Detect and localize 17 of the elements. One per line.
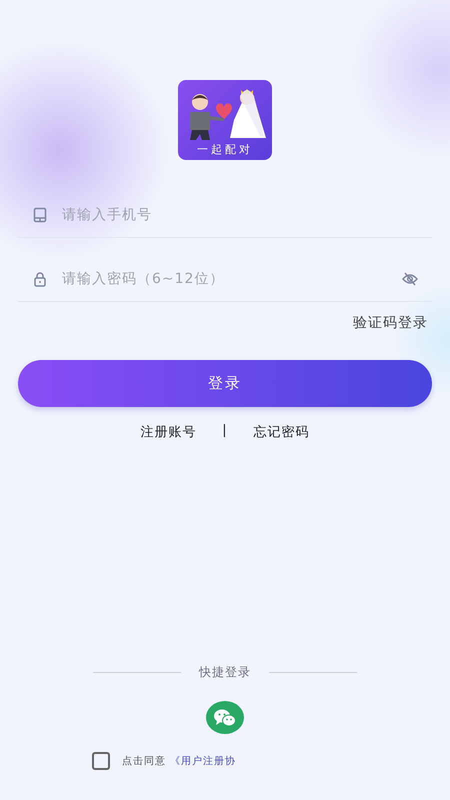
agreement-checkbox[interactable] xyxy=(92,752,110,770)
phone-field[interactable]: 请输入手机号 xyxy=(60,206,418,224)
logo-caption: 一起配对 xyxy=(197,142,253,158)
password-field[interactable]: 请输入密码（6~12位） xyxy=(60,270,390,288)
quick-login-title: 快捷登录 xyxy=(199,664,251,681)
separator: | xyxy=(222,423,228,440)
register-link[interactable]: 注册账号 xyxy=(140,423,196,441)
wechat-login-button[interactable] xyxy=(206,701,244,734)
agreement-text: 点击同意 《用户注册协 xyxy=(122,754,236,768)
lock-icon xyxy=(32,270,48,286)
forgot-password-link[interactable]: 忘记密码 xyxy=(254,423,310,441)
chat-bubbles-icon xyxy=(213,708,237,728)
eye-hidden-icon[interactable] xyxy=(402,270,418,286)
code-login-link[interactable]: 验证码登录 xyxy=(353,314,432,332)
login-button[interactable]: 登录 xyxy=(18,360,432,407)
user-agreement-link[interactable]: 《用户注册协 xyxy=(170,756,236,767)
phone-icon xyxy=(32,206,48,222)
